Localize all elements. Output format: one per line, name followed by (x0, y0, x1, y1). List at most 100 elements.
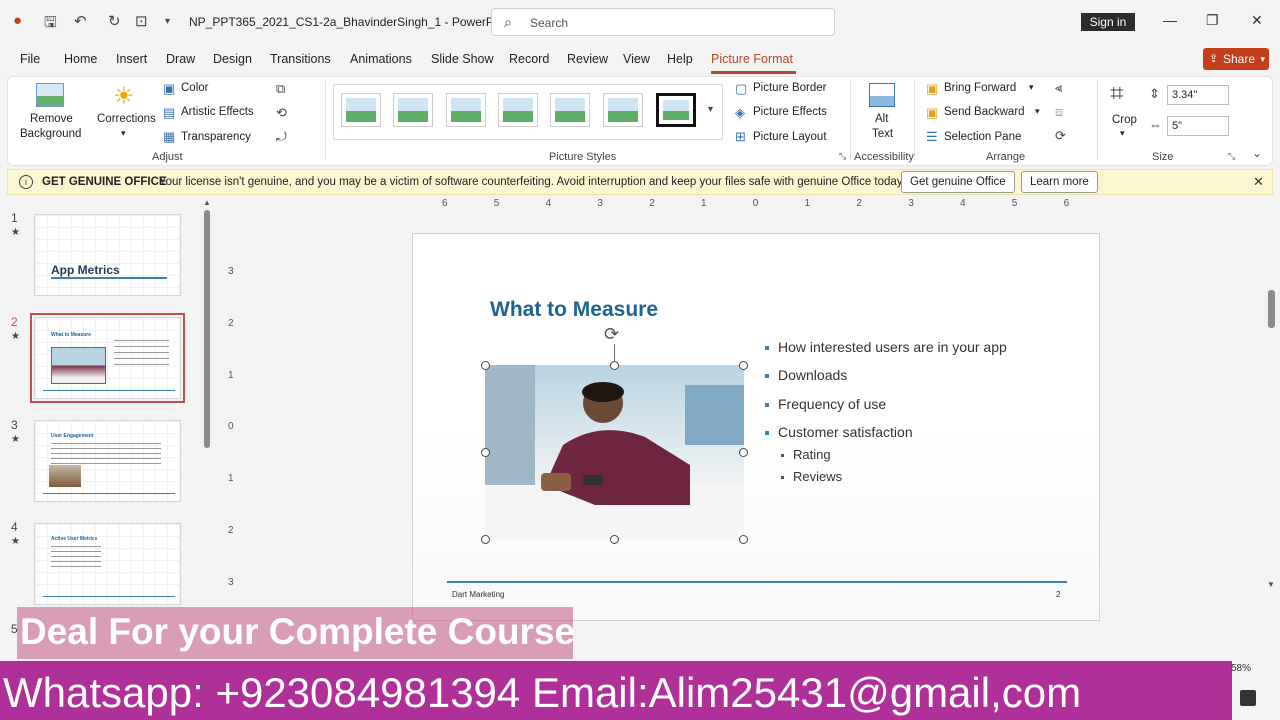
picture-style-1[interactable] (341, 93, 381, 127)
compress-pictures-icon[interactable]: ⧉ (276, 81, 285, 97)
arrange-group-label: Arrange (986, 151, 1026, 163)
send-backward-button[interactable]: Send Backward (944, 106, 1025, 118)
rotate-handle-icon[interactable]: ⟳ (604, 324, 619, 345)
tab-file[interactable]: File (20, 52, 40, 66)
group-icon[interactable]: ⧈ (1055, 104, 1063, 120)
editor-scrollbar[interactable] (1268, 290, 1275, 328)
tab-review[interactable]: Review (567, 52, 608, 66)
sign-in-button[interactable]: Sign in (1081, 13, 1135, 31)
slide-thumbnail-1[interactable]: App Metrics (34, 214, 181, 296)
change-picture-icon[interactable]: ⟲ (276, 105, 287, 121)
tab-design[interactable]: Design (213, 52, 252, 66)
resize-handle-e[interactable] (739, 448, 748, 457)
save-icon[interactable]: 🖫 (44, 12, 57, 37)
tab-animations[interactable]: Animations (350, 52, 412, 66)
tab-picture-format[interactable]: Picture Format (711, 52, 793, 66)
rotate-icon[interactable]: ⟳ (1055, 128, 1066, 144)
alt-text-icon[interactable] (869, 83, 895, 107)
crop-chevron-icon[interactable]: ▾ (1120, 128, 1125, 139)
scroll-down-icon[interactable]: ▼ (1267, 580, 1275, 589)
learn-more-button[interactable]: Learn more (1021, 171, 1098, 193)
resize-handle-se[interactable] (739, 535, 748, 544)
tab-insert[interactable]: Insert (116, 52, 147, 66)
transition-star-icon: ★ (11, 536, 20, 547)
gallery-more-icon[interactable]: ▾ (708, 104, 713, 115)
alt-text-label-2[interactable]: Text (872, 128, 893, 140)
corrections-icon[interactable]: ☀ (113, 82, 135, 111)
thumbnails-scrollbar[interactable] (204, 210, 210, 448)
remove-background-label-2[interactable]: Background (20, 128, 81, 140)
tab-slide-show[interactable]: Slide Show (431, 52, 494, 66)
scroll-up-icon[interactable]: ▲ (203, 198, 211, 207)
picture-border-button[interactable]: Picture Border (753, 82, 827, 94)
picture-style-7[interactable] (656, 93, 696, 127)
corrections-button[interactable]: Corrections (97, 113, 156, 125)
artistic-effects-button[interactable]: Artistic Effects (181, 106, 254, 118)
ruler-tick-label: 3 (228, 576, 234, 588)
tab-view[interactable]: View (623, 52, 650, 66)
dialog-launcher-icon[interactable]: ⤡ (839, 151, 846, 162)
width-input[interactable]: 5" (1167, 116, 1229, 136)
picture-style-3[interactable] (446, 93, 486, 127)
transition-star-icon: ★ (11, 331, 20, 342)
share-button[interactable]: ⇪ Share ▾ (1203, 48, 1269, 70)
thumbnail-title: What to Measure (51, 332, 92, 338)
zoom-level[interactable]: 58% (1231, 663, 1251, 674)
tab-transitions[interactable]: Transitions (270, 52, 331, 66)
slide-title[interactable]: What to Measure (490, 298, 658, 322)
minimize-icon[interactable]: — (1163, 12, 1177, 28)
undo-icon[interactable]: ↶ (74, 12, 87, 30)
remove-background-label[interactable]: Remove (30, 113, 73, 125)
selection-pane-button[interactable]: Selection Pane (944, 131, 1021, 143)
send-backward-chevron-icon[interactable]: ▾ (1035, 106, 1040, 117)
tab-record[interactable]: Record (509, 52, 549, 66)
collapse-ribbon-icon[interactable]: ⌄ (1252, 146, 1262, 160)
picture-style-6[interactable] (603, 93, 643, 127)
transparency-button[interactable]: Transparency (181, 131, 251, 143)
present-icon[interactable]: ⊡ (135, 12, 148, 30)
restore-icon[interactable]: ❐ (1206, 12, 1219, 29)
crop-button[interactable]: Crop (1112, 114, 1137, 126)
slide-canvas[interactable]: What to Measure ⟳ How interested users a… (412, 233, 1100, 621)
resize-handle-n[interactable] (610, 361, 619, 370)
tab-draw[interactable]: Draw (166, 52, 195, 66)
vertical-ruler: 3 2 1 0 1 2 3 (226, 234, 240, 614)
remove-background-icon[interactable] (36, 83, 64, 107)
tab-help[interactable]: Help (667, 52, 693, 66)
corrections-chevron-icon[interactable]: ▾ (121, 128, 126, 139)
size-dialog-launcher-icon[interactable]: ⤡ (1228, 151, 1235, 162)
crop-icon[interactable]: ⌗ (1110, 80, 1124, 108)
close-icon[interactable]: ✕ (1251, 12, 1263, 29)
slide-thumbnail-2[interactable]: What to Measure (30, 313, 185, 403)
slide-thumbnail-4[interactable]: Active User Metrics (34, 523, 181, 605)
tab-home[interactable]: Home (64, 52, 97, 66)
resize-handle-ne[interactable] (739, 361, 748, 370)
redo-icon[interactable]: ↻ (108, 12, 121, 30)
customize-qat-icon[interactable]: ▾ (165, 16, 170, 27)
resize-handle-w[interactable] (481, 448, 490, 457)
get-genuine-office-button[interactable]: Get genuine Office (901, 171, 1015, 193)
picture-style-5[interactable] (550, 93, 590, 127)
share-label: Share (1223, 52, 1256, 66)
resize-handle-sw[interactable] (481, 535, 490, 544)
thumbnail-text-lines (51, 546, 101, 570)
align-icon[interactable]: ⫷ (1055, 80, 1062, 96)
search-box[interactable]: ⌕ Search (491, 8, 835, 36)
selected-picture[interactable] (485, 365, 744, 540)
alt-text-label[interactable]: Alt (875, 113, 888, 125)
notes-icon[interactable] (1240, 690, 1256, 706)
picture-style-4[interactable] (498, 93, 538, 127)
reset-picture-icon[interactable]: ⤾ (276, 129, 287, 145)
slide-thumbnail-3[interactable]: User Engagement (34, 420, 181, 502)
height-input[interactable]: 3.34" (1167, 85, 1229, 105)
picture-layout-button[interactable]: Picture Layout (753, 131, 827, 143)
ruler-tick-label: 0 (228, 421, 234, 433)
bring-forward-button[interactable]: Bring Forward (944, 82, 1016, 94)
bring-forward-chevron-icon[interactable]: ▾ (1029, 82, 1034, 93)
resize-handle-nw[interactable] (481, 361, 490, 370)
color-button[interactable]: Color (181, 82, 208, 94)
picture-effects-button[interactable]: Picture Effects (753, 106, 827, 118)
picture-style-2[interactable] (393, 93, 433, 127)
close-banner-icon[interactable]: ✕ (1253, 174, 1264, 190)
resize-handle-s[interactable] (610, 535, 619, 544)
